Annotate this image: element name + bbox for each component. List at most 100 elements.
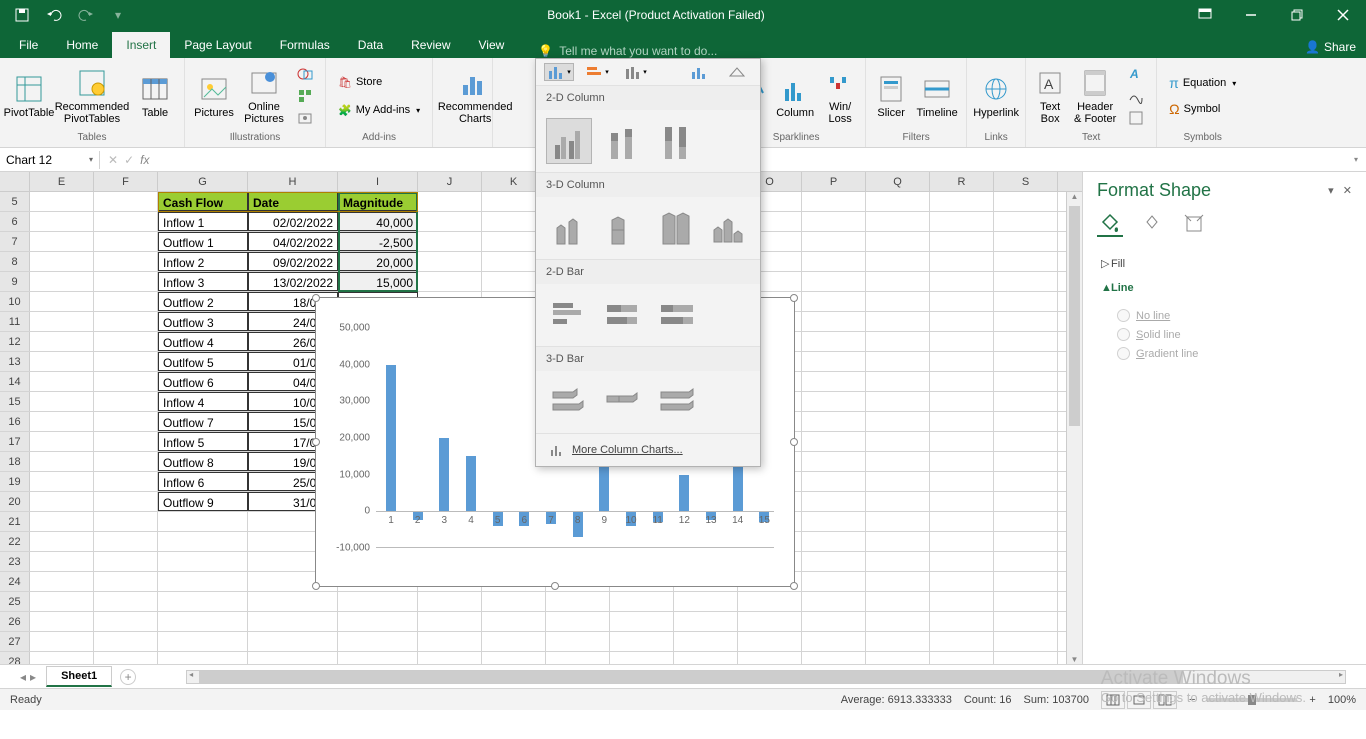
textbox-button[interactable]: AText Box bbox=[1032, 62, 1068, 130]
cell[interactable]: 02/02/2022 bbox=[248, 212, 338, 231]
cell[interactable]: Outflow 4 bbox=[158, 332, 248, 351]
column-header[interactable]: S bbox=[994, 172, 1058, 191]
cell[interactable] bbox=[738, 612, 802, 631]
cell[interactable] bbox=[94, 212, 158, 231]
cell[interactable]: 40,000 bbox=[338, 212, 418, 231]
row-header[interactable]: 11 bbox=[0, 312, 30, 331]
cell[interactable] bbox=[158, 632, 248, 651]
cell[interactable] bbox=[738, 652, 802, 664]
cell[interactable] bbox=[866, 372, 930, 391]
row-header[interactable]: 21 bbox=[0, 512, 30, 531]
cell[interactable] bbox=[674, 612, 738, 631]
cell[interactable] bbox=[158, 652, 248, 664]
zoom-out-button[interactable]: − bbox=[1189, 694, 1195, 706]
sheet-tab-1[interactable]: Sheet1 bbox=[46, 666, 112, 687]
cell[interactable] bbox=[738, 592, 802, 611]
cell[interactable] bbox=[994, 432, 1058, 451]
cell[interactable] bbox=[158, 572, 248, 591]
cell[interactable] bbox=[94, 452, 158, 471]
resize-handle[interactable] bbox=[790, 294, 798, 302]
cell[interactable] bbox=[94, 592, 158, 611]
cell[interactable] bbox=[802, 372, 866, 391]
resize-handle[interactable] bbox=[551, 582, 559, 590]
cell[interactable]: Outflow 8 bbox=[158, 452, 248, 471]
qat-customize-icon[interactable]: ▾ bbox=[106, 3, 130, 27]
cell[interactable] bbox=[930, 552, 994, 571]
cell[interactable] bbox=[802, 612, 866, 631]
cell[interactable]: Date bbox=[248, 192, 338, 211]
tab-review[interactable]: Review bbox=[397, 32, 464, 58]
cell[interactable] bbox=[158, 512, 248, 531]
cell[interactable] bbox=[930, 292, 994, 311]
cell[interactable] bbox=[866, 452, 930, 471]
cell[interactable] bbox=[866, 472, 930, 491]
cell[interactable]: -2,500 bbox=[338, 232, 418, 251]
cell[interactable] bbox=[418, 612, 482, 631]
cell[interactable] bbox=[930, 392, 994, 411]
cell[interactable] bbox=[30, 652, 94, 664]
stacked100-bar-option[interactable] bbox=[654, 292, 700, 338]
cell[interactable] bbox=[930, 352, 994, 371]
chart-bar[interactable] bbox=[386, 365, 396, 512]
scroll-left-icon[interactable]: ◂ bbox=[189, 670, 193, 679]
row-header[interactable]: 28 bbox=[0, 652, 30, 664]
cell[interactable] bbox=[802, 192, 866, 211]
cell[interactable] bbox=[30, 632, 94, 651]
row-header[interactable]: 15 bbox=[0, 392, 30, 411]
cell[interactable] bbox=[30, 612, 94, 631]
ribbon-options-icon[interactable] bbox=[1182, 0, 1228, 30]
cell[interactable] bbox=[994, 612, 1058, 631]
cell[interactable] bbox=[94, 492, 158, 511]
cell[interactable] bbox=[802, 252, 866, 271]
cell[interactable] bbox=[930, 192, 994, 211]
prev-sheet-icon[interactable]: ◂ bbox=[20, 670, 26, 684]
zoom-in-button[interactable]: + bbox=[1309, 694, 1315, 706]
cell[interactable] bbox=[802, 332, 866, 351]
tab-formulas[interactable]: Formulas bbox=[266, 32, 344, 58]
cell[interactable] bbox=[610, 652, 674, 664]
cell[interactable] bbox=[30, 412, 94, 431]
cell[interactable] bbox=[994, 532, 1058, 551]
row-header[interactable]: 14 bbox=[0, 372, 30, 391]
cell[interactable] bbox=[802, 472, 866, 491]
cell[interactable] bbox=[994, 272, 1058, 291]
scroll-thumb[interactable] bbox=[199, 671, 1183, 683]
cell[interactable] bbox=[802, 512, 866, 531]
cell[interactable] bbox=[30, 452, 94, 471]
cell[interactable] bbox=[802, 532, 866, 551]
cell[interactable] bbox=[802, 232, 866, 251]
cell[interactable] bbox=[930, 612, 994, 631]
cell[interactable] bbox=[30, 372, 94, 391]
cell[interactable] bbox=[248, 592, 338, 611]
row-header[interactable]: 22 bbox=[0, 532, 30, 551]
cell[interactable] bbox=[866, 412, 930, 431]
resize-handle[interactable] bbox=[312, 294, 320, 302]
mini-chart-bar[interactable]: ▾ bbox=[582, 63, 612, 81]
cell[interactable] bbox=[30, 212, 94, 231]
cell[interactable] bbox=[94, 552, 158, 571]
cell[interactable] bbox=[418, 632, 482, 651]
cell[interactable] bbox=[30, 252, 94, 271]
chart-bar[interactable] bbox=[466, 456, 476, 511]
cell[interactable] bbox=[802, 412, 866, 431]
clustered-column-option[interactable] bbox=[546, 118, 592, 164]
cell[interactable] bbox=[994, 572, 1058, 591]
cell[interactable]: Inflow 1 bbox=[158, 212, 248, 231]
column-header[interactable]: F bbox=[94, 172, 158, 191]
tab-page-layout[interactable]: Page Layout bbox=[170, 32, 265, 58]
cell[interactable] bbox=[158, 552, 248, 571]
zoom-thumb[interactable] bbox=[1248, 695, 1256, 705]
cell[interactable] bbox=[30, 332, 94, 351]
cell[interactable]: 09/02/2022 bbox=[248, 252, 338, 271]
zoom-slider[interactable] bbox=[1207, 698, 1297, 702]
gradient-line-option[interactable]: Gradient line bbox=[1117, 344, 1352, 363]
cell[interactable] bbox=[30, 192, 94, 211]
symbol-button[interactable]: ΩSymbol bbox=[1163, 98, 1242, 120]
cell[interactable] bbox=[930, 232, 994, 251]
cell[interactable] bbox=[546, 652, 610, 664]
cell[interactable] bbox=[866, 352, 930, 371]
cell[interactable]: Cash Flow bbox=[158, 192, 248, 211]
cell[interactable] bbox=[546, 592, 610, 611]
shapes-button[interactable] bbox=[291, 63, 319, 85]
cell[interactable]: Inflow 2 bbox=[158, 252, 248, 271]
